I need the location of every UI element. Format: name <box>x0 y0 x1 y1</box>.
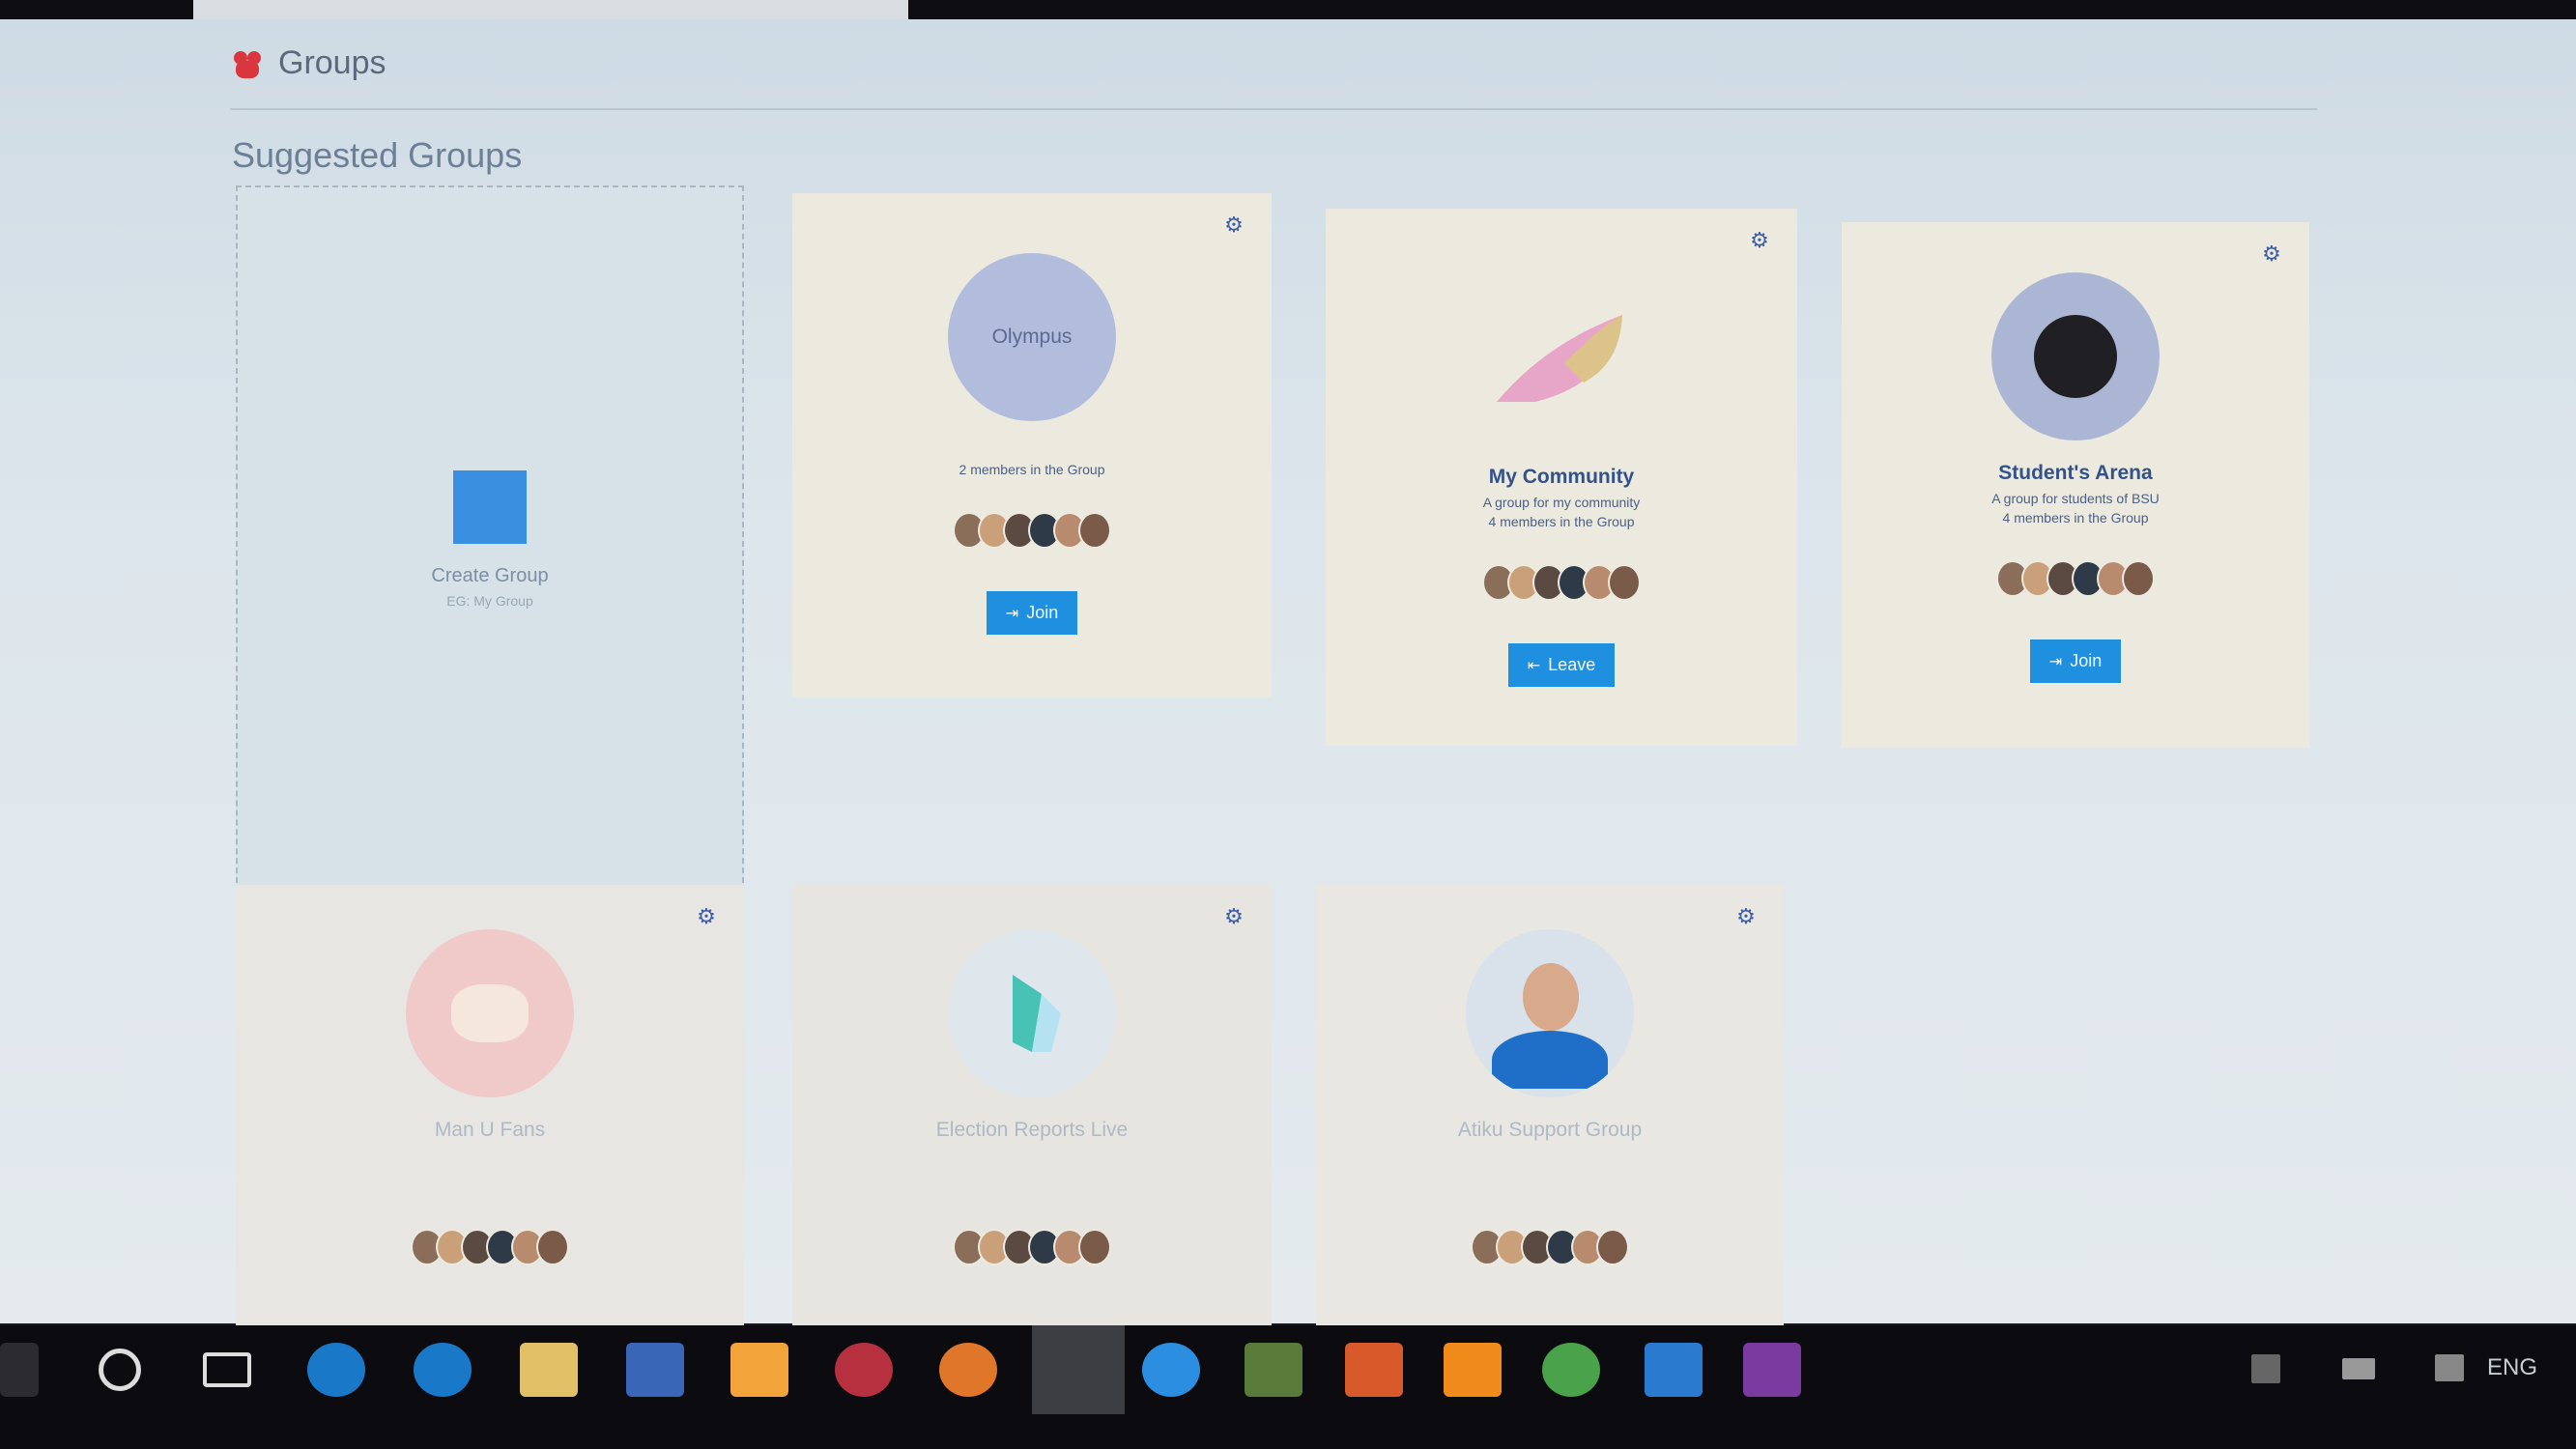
member-avatars <box>1471 1229 1629 1265</box>
gear-icon[interactable]: ⚙ <box>1223 214 1245 236</box>
section-title: Suggested Groups <box>232 135 523 175</box>
language-indicator[interactable]: ENG <box>2487 1354 2537 1381</box>
battery-icon[interactable] <box>2342 1358 2375 1379</box>
gear-icon[interactable]: ⚙ <box>696 906 717 927</box>
member-avatars <box>1482 564 1641 601</box>
group-card-students-arena: ⚙ Student's Arena A group for students o… <box>1842 222 2309 748</box>
volume-icon[interactable] <box>2435 1354 2464 1381</box>
edge-icon[interactable] <box>414 1343 472 1397</box>
divider <box>230 108 2317 110</box>
file-explorer-icon[interactable] <box>520 1343 578 1397</box>
group-avatar: Olympus <box>948 253 1116 421</box>
join-icon: ⇥ <box>1005 605 1019 622</box>
group-avatar <box>1477 276 1646 444</box>
group-card-election-reports: ⚙ Election Reports Live <box>792 885 1272 1329</box>
gear-icon[interactable]: ⚙ <box>2261 243 2282 265</box>
group-avatar <box>948 929 1116 1097</box>
leave-button[interactable]: ⇤ Leave <box>1507 643 1616 687</box>
member-avatars <box>953 1229 1111 1265</box>
vlc-icon[interactable] <box>1444 1343 1502 1397</box>
group-member-count: 4 members in the Group <box>1488 514 1635 529</box>
member-avatars <box>953 512 1111 549</box>
group-icon <box>230 49 265 78</box>
group-card-atiku-support: ⚙ Atiku Support Group <box>1316 885 1784 1329</box>
gear-icon[interactable]: ⚙ <box>1223 906 1245 927</box>
member-avatars <box>1996 560 2155 597</box>
page-title: Groups <box>278 44 386 81</box>
vscode-icon[interactable] <box>1645 1343 1703 1397</box>
group-photo <box>2034 315 2117 398</box>
page-header: Groups <box>230 44 386 82</box>
group-avatar <box>1991 272 2160 440</box>
git-icon[interactable] <box>1245 1343 1302 1397</box>
store-icon[interactable] <box>626 1343 684 1397</box>
group-member-count: 4 members in the Group <box>2002 510 2149 526</box>
paint-icon[interactable] <box>730 1343 788 1397</box>
group-avatar <box>406 929 574 1097</box>
browser-content: Groups Suggested Groups Create Group EG:… <box>0 19 2576 1329</box>
create-group-hint: EG: My Group <box>446 592 533 609</box>
leaf-logo-icon <box>1497 315 1622 402</box>
election-logo-icon <box>1013 975 1061 1052</box>
group-name[interactable]: Election Reports Live <box>936 1119 1128 1142</box>
group-description: A group for my community <box>1482 495 1641 510</box>
create-group-label[interactable]: Create Group <box>431 565 548 587</box>
cortana-icon[interactable] <box>99 1349 141 1391</box>
dog-photo <box>451 984 529 1042</box>
chrome-canary-icon[interactable] <box>1032 1325 1125 1414</box>
leave-icon: ⇤ <box>1527 657 1541 674</box>
create-group-card[interactable]: Create Group EG: My Group <box>236 185 744 893</box>
gear-icon[interactable]: ⚙ <box>1749 230 1770 251</box>
taskbar: ENG <box>0 1325 2576 1449</box>
group-member-count: 2 members in the Group <box>959 462 1105 477</box>
group-name[interactable]: Man U Fans <box>435 1119 545 1142</box>
group-name[interactable]: My Community <box>1489 466 1635 489</box>
firefox-icon[interactable] <box>939 1343 997 1397</box>
sync-icon[interactable] <box>307 1343 365 1397</box>
photoshop-icon[interactable] <box>1743 1343 1801 1397</box>
group-description: A group for students of BSU <box>1991 491 2160 506</box>
task-view-icon[interactable] <box>203 1352 251 1387</box>
join-button[interactable]: ⇥ Join <box>2029 639 2122 683</box>
create-group-icon[interactable] <box>453 469 527 544</box>
join-button[interactable]: ⇥ Join <box>986 591 1078 635</box>
chrome-icon[interactable] <box>1542 1343 1600 1397</box>
member-avatars <box>411 1229 569 1265</box>
group-avatar-text: Olympus <box>991 326 1073 348</box>
chevron-up-icon[interactable] <box>2251 1354 2280 1383</box>
group-card-my-community: ⚙ My Community A group for my community … <box>1326 209 1797 746</box>
group-card-man-u-fans: ⚙ Man U Fans <box>236 885 744 1329</box>
start-icon[interactable] <box>0 1343 39 1397</box>
ie-icon[interactable] <box>1142 1343 1200 1397</box>
group-avatar <box>1466 929 1634 1097</box>
join-icon: ⇥ <box>2048 653 2063 670</box>
group-card-olympus: ⚙ Olympus 2 members in the Group ⇥ Join <box>792 193 1272 697</box>
group-name[interactable]: Atiku Support Group <box>1458 1119 1642 1142</box>
matlab-icon[interactable] <box>1345 1343 1403 1397</box>
gear-icon[interactable]: ⚙ <box>1735 906 1757 927</box>
person-photo <box>1482 946 1617 1089</box>
settings-icon[interactable] <box>835 1343 893 1397</box>
group-name[interactable]: Student's Arena <box>1998 462 2152 485</box>
